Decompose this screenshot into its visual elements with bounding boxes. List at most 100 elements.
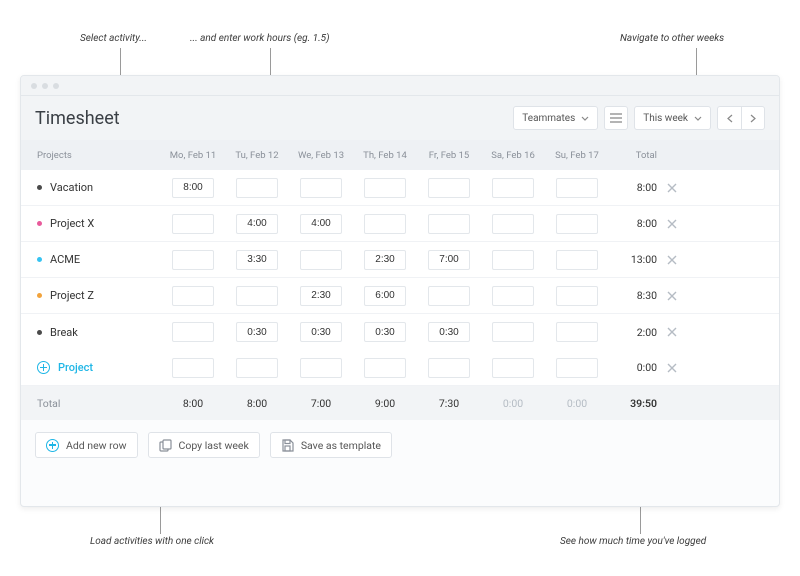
teammates-dropdown[interactable]: Teammates (513, 106, 598, 130)
time-input[interactable] (492, 178, 534, 198)
time-input[interactable] (556, 322, 598, 342)
next-week-button[interactable] (741, 106, 765, 130)
time-input[interactable] (300, 178, 342, 198)
time-input[interactable] (300, 286, 342, 306)
project-cell[interactable]: Break (31, 326, 161, 339)
project-color-dot (37, 293, 42, 298)
time-input[interactable] (300, 214, 342, 234)
col-day-1: Tu, Feb 12 (225, 150, 289, 161)
add-project-row: Project 0:00 (21, 350, 779, 386)
save-template-button[interactable]: Save as template (270, 432, 392, 458)
plus-circle-icon (46, 439, 59, 452)
project-cell[interactable]: Project Z (31, 289, 161, 302)
annotation-load-activities: Load activities with one click (90, 536, 214, 547)
time-input[interactable] (492, 322, 534, 342)
col-day-5: Sa, Feb 16 (481, 150, 545, 161)
add-project-button[interactable]: Project (31, 361, 161, 374)
app-window: Timesheet Teammates This week (20, 75, 780, 507)
period-label: This week (643, 113, 688, 124)
col-day-4: Fr, Feb 15 (417, 150, 481, 161)
footer-day-1: 8:00 (225, 397, 289, 410)
save-icon (281, 439, 294, 452)
project-name: Vacation (50, 181, 93, 194)
time-input[interactable] (172, 322, 214, 342)
footer-grand-total: 39:50 (609, 397, 659, 410)
list-view-button[interactable] (604, 106, 628, 130)
footer-day-2: 7:00 (289, 397, 353, 410)
close-icon (667, 327, 677, 337)
copy-last-week-button[interactable]: Copy last week (148, 432, 260, 458)
timesheet-grid: Projects Mo, Feb 11 Tu, Feb 12 We, Feb 1… (21, 140, 779, 420)
time-input[interactable] (236, 178, 278, 198)
row-total: 8:30 (609, 289, 659, 302)
chevron-down-icon (694, 116, 702, 121)
time-input[interactable] (172, 214, 214, 234)
time-input[interactable] (364, 178, 406, 198)
project-color-dot (37, 221, 42, 226)
save-template-label: Save as template (301, 439, 381, 452)
chevron-left-icon (727, 114, 733, 123)
row-total: 0:00 (609, 361, 659, 374)
add-new-row-button[interactable]: Add new row (35, 432, 138, 458)
time-input[interactable] (300, 250, 342, 270)
time-input[interactable] (236, 214, 278, 234)
table-row: Project X 8:00 (21, 206, 779, 242)
time-input[interactable] (364, 286, 406, 306)
time-input[interactable] (428, 250, 470, 270)
time-input[interactable] (172, 286, 214, 306)
time-input[interactable] (492, 250, 534, 270)
delete-row-button[interactable] (659, 255, 685, 265)
time-input[interactable] (428, 214, 470, 234)
delete-row-button[interactable] (659, 327, 685, 337)
delete-row-button[interactable] (659, 219, 685, 229)
prev-week-button[interactable] (717, 106, 741, 130)
annotation-navigate-weeks-2: Navigate to other weeks (620, 33, 724, 44)
close-icon (667, 255, 677, 265)
time-input[interactable] (236, 286, 278, 306)
row-total: 8:00 (609, 217, 659, 230)
time-input[interactable] (364, 250, 406, 270)
time-input[interactable] (428, 286, 470, 306)
footer-day-5: 0:00 (481, 397, 545, 410)
footer-label: Total (31, 397, 161, 410)
delete-row-button[interactable] (659, 183, 685, 193)
time-input[interactable] (172, 250, 214, 270)
time-input[interactable] (428, 178, 470, 198)
time-input (492, 358, 534, 378)
project-cell[interactable]: Project X (31, 217, 161, 230)
table-row: ACME13:00 (21, 242, 779, 278)
time-input[interactable] (556, 286, 598, 306)
project-name: Project X (50, 217, 94, 230)
time-input[interactable] (492, 286, 534, 306)
annotation-see-logged: See how much time you've logged (560, 536, 706, 547)
time-input (172, 358, 214, 378)
teammates-label: Teammates (522, 113, 575, 124)
col-day-0: Mo, Feb 11 (161, 150, 225, 161)
project-name: Project Z (50, 289, 94, 302)
time-input[interactable] (492, 214, 534, 234)
delete-row-button[interactable] (659, 363, 685, 373)
time-input[interactable] (556, 178, 598, 198)
time-input[interactable] (172, 178, 214, 198)
time-input (364, 358, 406, 378)
time-input[interactable] (300, 322, 342, 342)
table-row: Break2:00 (21, 314, 779, 350)
time-input[interactable] (236, 322, 278, 342)
project-color-dot (37, 185, 42, 190)
project-name: ACME (50, 253, 80, 266)
chevron-down-icon (581, 116, 589, 121)
annotation-select-activity: Select activity... (80, 33, 147, 44)
period-dropdown[interactable]: This week (634, 106, 711, 130)
time-input[interactable] (236, 250, 278, 270)
time-input[interactable] (556, 214, 598, 234)
delete-row-button[interactable] (659, 291, 685, 301)
close-icon (667, 291, 677, 301)
time-input[interactable] (428, 322, 470, 342)
time-input[interactable] (364, 322, 406, 342)
time-input (428, 358, 470, 378)
table-row: Vacation8:00 (21, 170, 779, 206)
project-cell[interactable]: Vacation (31, 181, 161, 194)
time-input[interactable] (364, 214, 406, 234)
time-input[interactable] (556, 250, 598, 270)
project-cell[interactable]: ACME (31, 253, 161, 266)
